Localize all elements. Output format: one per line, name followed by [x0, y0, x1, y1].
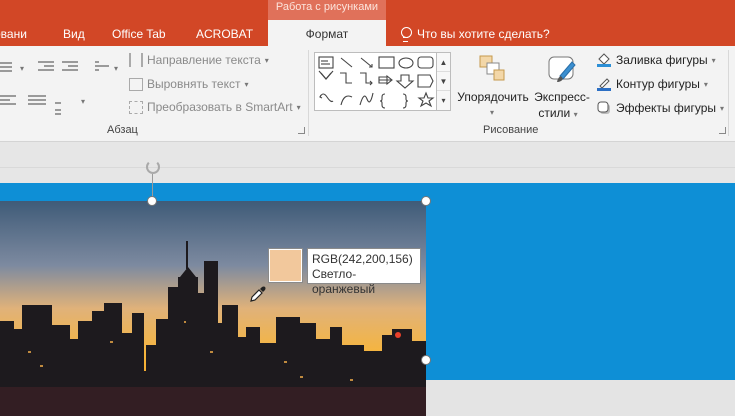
workspace-top [0, 142, 735, 168]
rgb-value: RGB(242,200,156) [312, 252, 413, 266]
shape-effects-icon [597, 101, 610, 114]
columns-icon[interactable] [55, 95, 71, 115]
color-preview-swatch [268, 248, 303, 283]
gallery-down-icon[interactable]: ▼ [437, 72, 450, 91]
shape-fill-label: Заливка фигуры [616, 53, 708, 67]
smartart-icon [129, 100, 143, 114]
align-text-icon [129, 77, 143, 91]
ribbon-tab-bar: овани Вид Office Tab ACROBAT Работа с ри… [0, 0, 735, 46]
line-spacing-icon[interactable] [95, 61, 111, 73]
arrange-button[interactable]: Упорядочить ▾ [456, 50, 530, 122]
paragraph-dialog-launcher[interactable] [298, 127, 305, 134]
chevron-down-icon[interactable]: ▾ [114, 64, 118, 73]
align-text-button[interactable]: Выровнять текст ▾ [129, 77, 249, 91]
lightbulb-icon [400, 27, 412, 42]
increase-indent-icon[interactable] [62, 61, 78, 73]
resize-handle-middle-right[interactable] [421, 355, 431, 365]
text-direction-label: Направление текста [147, 53, 261, 67]
group-separator [308, 50, 309, 136]
pen-outline-icon [597, 78, 611, 91]
arrange-icon [479, 55, 505, 81]
text-direction-button[interactable]: Направление текста ▾ [129, 53, 269, 67]
tab-review[interactable]: овани [0, 27, 27, 41]
shape-effects-button[interactable]: Эффекты фигуры ▾ [596, 100, 724, 116]
decrease-indent-icon[interactable] [38, 61, 54, 73]
chevron-down-icon: ▾ [711, 55, 716, 65]
align-left-icon[interactable] [0, 95, 16, 107]
quick-styles-label-2: стили ▾ [538, 106, 578, 120]
shape-outline-label: Контур фигуры [616, 77, 700, 91]
eyedropper-cursor-icon [250, 286, 266, 302]
drawing-group-label: Рисование [483, 124, 539, 136]
chevron-down-icon: ▾ [244, 79, 249, 89]
chevron-down-icon: ▾ [296, 102, 301, 112]
tell-me-search[interactable]: Что вы хотите сделать? [400, 27, 550, 42]
tab-view[interactable]: Вид [63, 27, 85, 41]
city-skyline-image [0, 201, 426, 416]
chevron-down-icon[interactable]: ▾ [20, 64, 24, 73]
convert-smartart-button[interactable]: Преобразовать в SmartArt ▾ [129, 100, 301, 114]
chevron-down-icon: ▾ [703, 79, 708, 89]
resize-handle-top-right[interactable] [421, 196, 431, 206]
justify-icon[interactable] [28, 95, 46, 107]
color-name: Светло-оранжевый [312, 267, 376, 296]
rotate-handle-icon[interactable] [146, 160, 160, 174]
resize-handle-top-center[interactable] [147, 196, 157, 206]
tell-me-text: Что вы хотите сделать? [417, 27, 550, 41]
picture-tools-context-group: Работа с рисунками Формат [268, 0, 386, 46]
quick-styles-icon [548, 56, 576, 82]
shapes-gallery[interactable] [314, 52, 437, 111]
tab-acrobat[interactable]: ACROBAT [196, 27, 253, 41]
shape-fill-button[interactable]: Заливка фигуры ▾ [596, 52, 716, 68]
tab-format[interactable]: Формат [268, 20, 386, 46]
picture-tools-title: Работа с рисунками [275, 1, 379, 13]
gallery-more-icon[interactable]: ▾ [437, 91, 450, 110]
smartart-label: Преобразовать в SmartArt [147, 100, 293, 114]
chevron-down-icon[interactable]: ▾ [81, 97, 85, 106]
quick-styles-label-1: Экспресс- [534, 90, 590, 104]
gallery-up-icon[interactable]: ▲ [437, 53, 450, 72]
shapes-gallery-scroll[interactable]: ▲ ▼ ▾ [437, 52, 451, 111]
text-direction-icon [129, 53, 143, 67]
ribbon: ▾ ▾ ▾ Направление текста ▾ Выровнять тек… [0, 46, 735, 142]
group-separator [728, 50, 729, 136]
shape-outline-button[interactable]: Контур фигуры ▾ [596, 76, 708, 92]
tab-office-tab[interactable]: Office Tab [112, 27, 166, 41]
align-text-label: Выровнять текст [147, 77, 241, 91]
list-icon[interactable] [0, 62, 16, 74]
drawing-dialog-launcher[interactable] [719, 127, 726, 134]
paint-bucket-icon [597, 53, 611, 67]
paragraph-group-label: Абзац [107, 124, 138, 136]
shapes-gallery-icons [318, 56, 435, 109]
chevron-down-icon: ▾ [490, 108, 495, 117]
arrange-label: Упорядочить [457, 90, 529, 104]
chevron-down-icon: ▾ [720, 103, 725, 113]
city-skyline-picture[interactable] [0, 201, 426, 416]
quick-styles-button[interactable]: Экспресс- стили ▾ [530, 50, 594, 122]
eyedropper-tooltip: RGB(242,200,156) Светло-оранжевый [307, 248, 421, 296]
shape-effects-label: Эффекты фигуры [616, 101, 717, 115]
chevron-down-icon: ▾ [264, 55, 269, 65]
